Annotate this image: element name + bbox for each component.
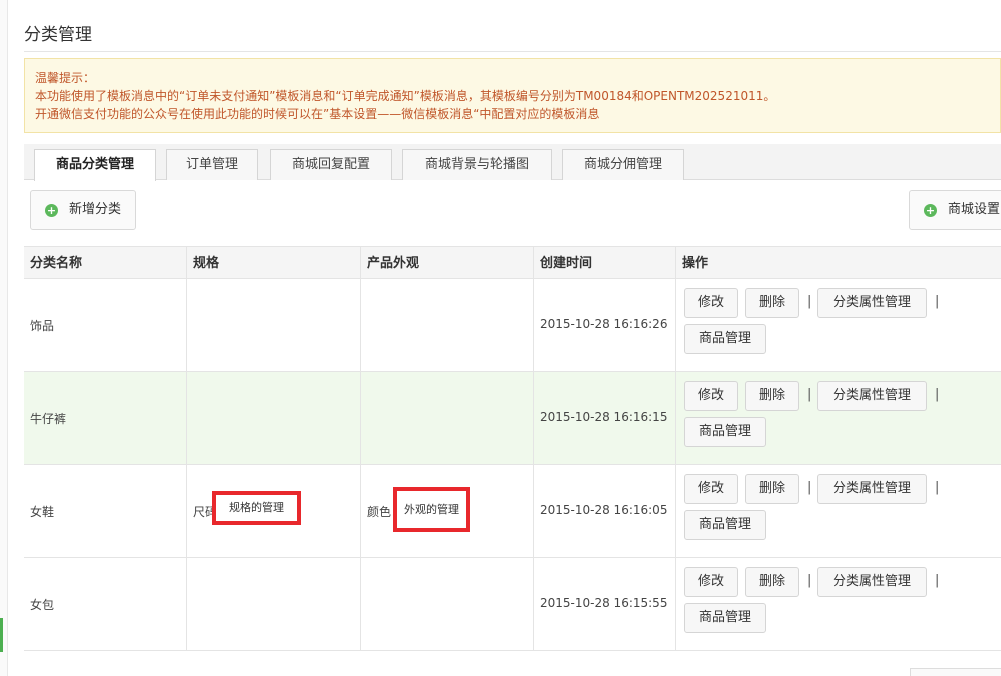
- add-category-label: 新增分类: [69, 202, 122, 217]
- tab-commission-management[interactable]: 商城分佣管理: [562, 149, 684, 180]
- notice-heading: 温馨提示：: [35, 71, 96, 85]
- active-nav-marker: [0, 618, 3, 652]
- header-appearance: 产品外观: [361, 247, 534, 280]
- notice-line-1: 本功能使用了模板消息中的“订单未支付通知”模板消息和“订单完成通知”模板消息，其…: [35, 89, 776, 103]
- goods-management-button[interactable]: 商品管理: [684, 603, 766, 633]
- notice-line-2: 开通微信支付功能的公众号在使用此功能的时候可以在”基本设置——微信模板消息“中配…: [35, 107, 600, 121]
- delete-button[interactable]: 删除: [745, 474, 799, 504]
- separator: |: [935, 387, 940, 402]
- page-title: 分类管理: [24, 25, 92, 45]
- delete-button[interactable]: 删除: [745, 381, 799, 411]
- created-time: 2015-10-28 16:15:55: [540, 596, 668, 610]
- category-name: 女包: [30, 598, 55, 612]
- tab-order-management[interactable]: 订单管理: [166, 149, 258, 180]
- appearance-value: 颜色: [367, 505, 392, 519]
- appearance-manage-label: 外观的管理: [404, 503, 459, 516]
- spec-manage-annotation[interactable]: 规格的管理: [212, 491, 301, 525]
- add-category-button[interactable]: + 新增分类: [30, 190, 136, 230]
- table-row: 牛仔裤 2015-10-28 16:16:15 修改 删除 | 分类属性管理 |…: [24, 372, 1001, 465]
- edit-button[interactable]: 修改: [684, 381, 738, 411]
- notice-box: 温馨提示： 本功能使用了模板消息中的“订单未支付通知”模板消息和“订单完成通知”…: [24, 58, 1001, 133]
- edit-button[interactable]: 修改: [684, 288, 738, 318]
- actions-cell: 修改 删除 | 分类属性管理 | 商品管理: [676, 372, 1001, 465]
- header-created-time: 创建时间: [534, 247, 676, 280]
- delete-button[interactable]: 删除: [745, 567, 799, 597]
- edit-button[interactable]: 修改: [684, 567, 738, 597]
- plus-circle-icon: +: [45, 204, 58, 217]
- goods-management-button[interactable]: 商品管理: [684, 324, 766, 354]
- title-divider: [24, 51, 1001, 52]
- created-time: 2015-10-28 16:16:26: [540, 317, 668, 331]
- header-spec: 规格: [187, 247, 361, 280]
- header-actions: 操作: [682, 256, 709, 271]
- tab-reply-config[interactable]: 商城回复配置: [270, 149, 392, 180]
- appearance-manage-annotation[interactable]: 外观的管理: [393, 487, 470, 532]
- created-time: 2015-10-28 16:16:15: [540, 410, 668, 424]
- pagination-control[interactable]: [910, 668, 1001, 676]
- category-name: 饰品: [30, 319, 55, 333]
- actions-cell: 修改 删除 | 分类属性管理 | 商品管理: [676, 558, 1001, 651]
- actions-cell: 修改 删除 | 分类属性管理 | 商品管理: [676, 279, 1001, 372]
- tab-category-management[interactable]: 商品分类管理: [34, 149, 156, 181]
- edit-button[interactable]: 修改: [684, 474, 738, 504]
- table-row: 女包 2015-10-28 16:15:55 修改 删除 | 分类属性管理 | …: [24, 558, 1001, 651]
- separator: |: [935, 294, 940, 309]
- separator: |: [807, 480, 812, 495]
- mall-settings-label: 商城设置: [948, 202, 1001, 217]
- tab-bar: 商品分类管理 订单管理 商城回复配置 商城背景与轮播图 商城分佣管理: [24, 144, 1001, 181]
- separator: |: [807, 387, 812, 402]
- separator: |: [807, 294, 812, 309]
- table-row: 女鞋 尺码 规格的管理 颜色 外观的管理 2015-10-28 16:16:05…: [24, 465, 1001, 558]
- table-row: 饰品 2015-10-28 16:16:26 修改 删除 | 分类属性管理 | …: [24, 279, 1001, 372]
- category-name: 牛仔裤: [30, 412, 67, 426]
- goods-management-button[interactable]: 商品管理: [684, 510, 766, 540]
- attribute-management-button[interactable]: 分类属性管理: [817, 381, 927, 411]
- spec-manage-label: 规格的管理: [229, 501, 284, 514]
- header-category-name: 分类名称: [24, 247, 187, 280]
- category-table: 分类名称 规格 产品外观 创建时间 操作 饰品 2015-10-28 16:16…: [24, 246, 1001, 651]
- delete-button[interactable]: 删除: [745, 288, 799, 318]
- actions-cell: 修改 删除 | 分类属性管理 | 商品管理: [676, 465, 1001, 558]
- table-header: 分类名称 规格 产品外观 创建时间 操作: [24, 246, 1001, 280]
- attribute-management-button[interactable]: 分类属性管理: [817, 474, 927, 504]
- created-time: 2015-10-28 16:16:05: [540, 503, 668, 517]
- category-name: 女鞋: [30, 505, 55, 519]
- attribute-management-button[interactable]: 分类属性管理: [817, 288, 927, 318]
- mall-settings-button[interactable]: + 商城设置: [909, 190, 1001, 230]
- left-nav-strip: [0, 0, 8, 676]
- separator: |: [935, 480, 940, 495]
- attribute-management-button[interactable]: 分类属性管理: [817, 567, 927, 597]
- separator: |: [935, 573, 940, 588]
- goods-management-button[interactable]: 商品管理: [684, 417, 766, 447]
- tab-background-carousel[interactable]: 商城背景与轮播图: [402, 149, 552, 180]
- separator: |: [807, 573, 812, 588]
- plus-circle-icon: +: [924, 204, 937, 217]
